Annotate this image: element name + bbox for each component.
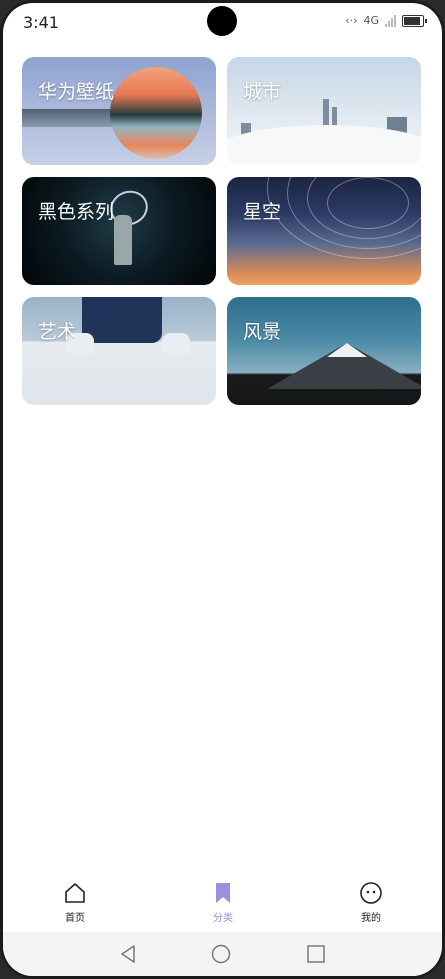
tab-label: 首页 <box>65 913 85 924</box>
tab-home[interactable]: 首页 <box>35 881 115 924</box>
back-button[interactable] <box>118 944 138 968</box>
fog-image <box>227 125 421 165</box>
home-icon <box>65 883 85 903</box>
category-card-art[interactable]: 艺术 <box>22 297 216 405</box>
category-card-starry[interactable]: 星空 <box>227 177 421 285</box>
category-label: 华为壁纸 <box>38 81 115 103</box>
figure-image <box>114 215 132 265</box>
home-nav-button[interactable] <box>211 944 231 968</box>
back-icon <box>121 945 135 963</box>
category-card-black[interactable]: 黑色系列 <box>22 177 216 285</box>
home-circle-icon <box>211 944 231 964</box>
category-card-landscape[interactable]: 风景 <box>227 297 421 405</box>
person-image <box>82 297 162 343</box>
tab-label: 我的 <box>361 913 381 924</box>
category-label: 黑色系列 <box>38 201 115 223</box>
category-label: 城市 <box>243 81 282 103</box>
hotspot-icon: ‹·› <box>345 14 358 27</box>
snow-peak-image <box>327 343 367 357</box>
screen: 3:41 ‹·› 4G 华为壁纸 城市 黑色系列 星空 艺术 风景 首页 分类 … <box>3 3 442 976</box>
profile-face-icon <box>360 882 382 904</box>
category-card-huawei[interactable]: 华为壁纸 <box>22 57 216 165</box>
front-camera <box>207 6 237 36</box>
system-nav-bar <box>3 932 442 976</box>
tab-label: 分类 <box>213 913 233 924</box>
category-label: 艺术 <box>38 321 77 343</box>
sunset-orb-image <box>110 67 202 159</box>
category-card-city[interactable]: 城市 <box>227 57 421 165</box>
status-bar: 3:41 ‹·› 4G <box>3 3 442 43</box>
bookmark-icon <box>216 883 230 903</box>
signal-icon <box>385 14 396 27</box>
recents-icon <box>307 945 325 963</box>
tab-category[interactable]: 分类 <box>183 881 263 924</box>
battery-icon <box>402 14 427 27</box>
status-time: 3:41 <box>23 13 59 32</box>
category-grid: 华为壁纸 城市 黑色系列 星空 艺术 风景 <box>22 57 422 405</box>
tab-mine[interactable]: 我的 <box>331 881 411 924</box>
category-label: 星空 <box>243 201 282 223</box>
network-label: 4G <box>363 14 379 27</box>
status-icons: ‹·› 4G <box>345 14 427 27</box>
recents-button[interactable] <box>306 944 326 968</box>
device-frame: 3:41 ‹·› 4G 华为壁纸 城市 黑色系列 星空 艺术 风景 首页 分类 … <box>0 0 445 979</box>
bottom-tab-bar: 首页 分类 我的 <box>3 875 442 933</box>
category-label: 风景 <box>243 321 282 343</box>
